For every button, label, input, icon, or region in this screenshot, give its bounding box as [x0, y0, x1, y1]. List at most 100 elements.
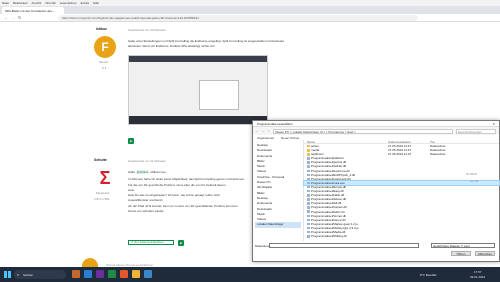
file-icon — [307, 173, 310, 177]
taskbar-app-icon[interactable] — [108, 270, 116, 278]
avatar-sigma: Σ — [99, 168, 111, 188]
embedded-screenshot[interactable] — [128, 55, 268, 125]
side-label: vor 35 — [470, 179, 479, 183]
tree-item-selected[interactable]: Lokaler Datenträger — [255, 222, 301, 228]
back-icon[interactable]: ← — [256, 129, 259, 133]
solution-label: Zur Lösung antworten — [134, 240, 164, 244]
menu-help[interactable]: Hilfe — [93, 1, 99, 5]
post1-line2: absolutes. Wenn ich Endkurve, Endfest SP… — [128, 43, 215, 48]
file-icon — [307, 157, 310, 160]
post1-meta: Geantwortet vor 33 Monaten — [128, 28, 167, 32]
reload-icon[interactable]: ↻ — [18, 15, 21, 20]
clock-date[interactable]: 29.01.2024 — [470, 275, 485, 279]
user-mention[interactable]: @lebkuz — [135, 170, 150, 174]
taskbar-app-icon[interactable] — [96, 270, 104, 278]
post2-mention-prefix: Hallo — [128, 170, 135, 174]
screenshot-header — [129, 56, 267, 62]
post2-reply-icon[interactable]: ■ — [178, 240, 184, 246]
file-icon — [307, 189, 310, 193]
post1-text: Habe unter Einstellungen und Spfit Forme… — [128, 39, 398, 48]
forward-icon[interactable]: → — [262, 129, 265, 133]
file-name-text: ProgrammeExel/Mulling.dll — [311, 234, 347, 239]
post2-line3: weis. — [128, 187, 135, 192]
file-icon — [307, 222, 310, 226]
post2-username[interactable]: Schutte — [94, 158, 107, 162]
breadcrumb[interactable]: Dieser PC > Lokaler Datenträger (C:) > P… — [272, 128, 453, 134]
up-icon[interactable]: ↑ — [268, 129, 270, 133]
post1-likes-count: 4 — [104, 66, 107, 70]
file-icon — [307, 218, 310, 222]
screenshot-bar — [129, 116, 267, 124]
file-icon — [307, 214, 310, 218]
file-icon — [307, 235, 310, 238]
column-name[interactable]: Name — [304, 140, 388, 143]
menu-history[interactable]: Chronik — [45, 1, 55, 5]
clock-time[interactable]: 17:57 — [474, 270, 482, 274]
taskbar-app-icon[interactable] — [72, 270, 80, 278]
avatar[interactable]: F — [94, 36, 116, 58]
menu-file[interactable]: Datei — [2, 1, 9, 5]
menu-view[interactable]: Ansicht — [32, 1, 42, 5]
taskbar-app-icon[interactable] — [144, 270, 152, 278]
back-icon[interactable]: ← — [4, 15, 8, 20]
post2-line7: Gruss von schutten wieder. — [128, 208, 165, 213]
dialog-search-input[interactable]: Exel durchsuchen — [456, 128, 496, 134]
menu-tools[interactable]: Extras — [81, 1, 90, 5]
file-open-dialog: Programmdatei auswählen ✕ ← → ↑ Dieser P… — [252, 120, 500, 262]
file-row[interactable]: ProgrammeExel/Mulling.dll — [304, 234, 499, 238]
cancel-button[interactable]: Abbrechen — [475, 251, 495, 256]
file-type — [430, 234, 470, 238]
browser-tab-active[interactable]: SPA-Biefer mit den Konstanten des... — [2, 7, 64, 14]
start-icon[interactable] — [4, 271, 11, 278]
forward-icon[interactable]: → — [11, 15, 15, 20]
organize-button[interactable]: Organisieren — [257, 136, 274, 140]
file-icon — [307, 230, 310, 234]
folder-icon — [307, 144, 310, 148]
avatar-letter: F — [101, 40, 109, 54]
taskbar-search[interactable]: ⌕ Suchen — [14, 270, 66, 279]
weather-label[interactable]: 8°C Bewölkt — [420, 273, 436, 277]
post2-line5: Auswahlfenster erscheint) — [128, 197, 163, 202]
file-icon — [307, 206, 310, 209]
filename-input[interactable] — [269, 243, 419, 248]
search-icon: ⌕ — [17, 272, 20, 277]
url-bar[interactable]: https://forum.ntopprint.com/t/gelöst-die… — [58, 15, 418, 21]
taskbar-search-label: Suchen — [23, 272, 34, 277]
post2-line6: Ich der Pfad nicht korrekt, kann es zu d… — [128, 204, 239, 208]
taskbar-app-icon[interactable] — [84, 270, 92, 278]
dialog-navbar: ← → ↑ Dieser PC > Lokaler Datenträger (C… — [253, 127, 499, 135]
column-date[interactable]: Änderungsdatum — [388, 140, 430, 143]
file-icon — [307, 161, 310, 164]
file-icon — [307, 165, 310, 168]
post2-role: Moderator — [96, 191, 110, 195]
post2-line1: Im Moment habe ich leider keine Möglichk… — [128, 176, 245, 181]
taskbar-app-icon[interactable] — [120, 270, 128, 278]
file-date — [388, 234, 430, 238]
taskbar-app-icon[interactable] — [132, 270, 140, 278]
file-icon — [307, 169, 310, 173]
solution-button[interactable]: ✔ Zur Lösung antworten — [128, 240, 174, 245]
post1-reply-icon[interactable]: ■ — [128, 138, 134, 144]
file-list: Name Änderungsdatum Typ action 27.05.2019… — [303, 140, 500, 241]
file-icon — [307, 226, 310, 230]
menu-bookmarks[interactable]: Lesezeichen — [60, 1, 77, 5]
menu-edit[interactable]: Bearbeiten — [13, 1, 28, 5]
file-rows: action 27.05.2019 11:37 Dateiordner media 27… — [303, 144, 500, 238]
file-name: ProgrammeExel/Mulling.dll — [304, 234, 388, 238]
screenshot-panel — [199, 80, 239, 110]
close-icon[interactable]: ✕ — [492, 122, 495, 126]
post1-role: Mentor — [99, 60, 109, 64]
file-icon — [307, 198, 310, 201]
post1-likes: ♥ 4 — [102, 66, 107, 70]
post2-meta: Geantwortet vor 21 Monaten — [128, 159, 167, 163]
avatar[interactable]: Σ — [94, 167, 116, 189]
navigation-tree: Desktop Downloads Dokumente Bilder Musik… — [255, 143, 301, 241]
new-folder-button[interactable]: Neuer Ordner — [281, 136, 299, 140]
column-type[interactable]: Typ — [430, 140, 470, 143]
file-icon — [307, 177, 310, 181]
post2-stats: 2.874 x 891 — [94, 197, 110, 201]
filetype-select[interactable]: ausführbare Dateien (*.exe) — [431, 243, 495, 248]
post1-username[interactable]: lebkuz — [96, 27, 107, 31]
open-button[interactable]: Öffnen — [451, 251, 471, 256]
post2-text: Hallo @lebkuz willkommen. Im Moment habe… — [128, 170, 248, 213]
